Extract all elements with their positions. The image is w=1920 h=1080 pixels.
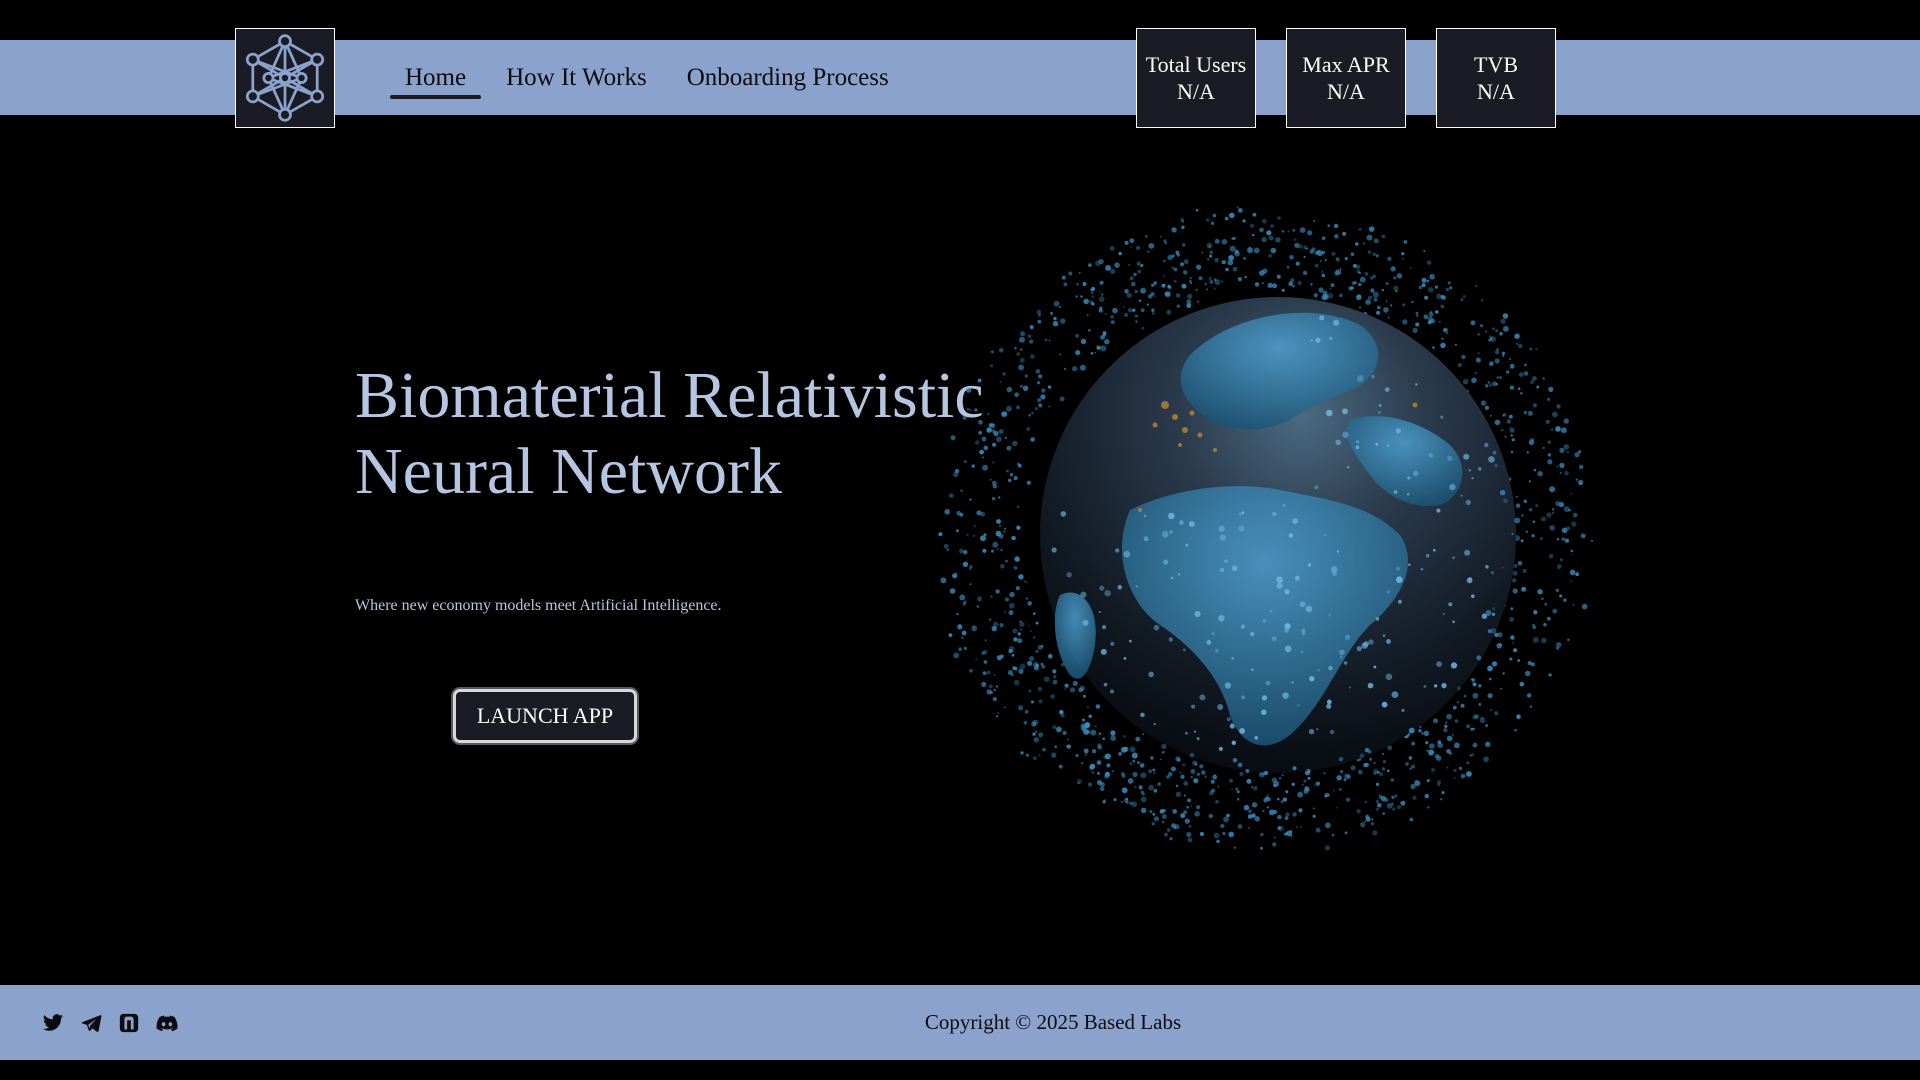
stat-max-apr: Max APR N/A — [1286, 28, 1406, 128]
copyright-text: Copyright © 2025 Based Labs — [924, 1010, 1182, 1034]
neural-network-icon — [245, 34, 325, 122]
nav-home[interactable]: Home — [390, 40, 482, 115]
stat-value: N/A — [1177, 79, 1215, 104]
nav-onboarding-process[interactable]: Onboarding Process — [672, 40, 904, 115]
logo[interactable] — [235, 28, 335, 128]
stat-tvb: TVB N/A — [1436, 28, 1556, 128]
main-nav: Home How It Works Onboarding Process — [390, 40, 904, 115]
nav-how-it-works[interactable]: How It Works — [491, 40, 662, 115]
stat-label: TVB — [1474, 52, 1518, 77]
stat-label: Max APR — [1302, 52, 1390, 77]
stat-value: N/A — [1477, 79, 1515, 104]
globe-illustration — [930, 205, 1595, 855]
stat-label: Total Users — [1145, 52, 1247, 77]
globe-icon — [938, 206, 1593, 851]
footer: Copyright © 2025 Based Labs — [0, 985, 1920, 1060]
stat-value: N/A — [1327, 79, 1365, 104]
hero-subtitle: Where new economy models meet Artificial… — [355, 597, 722, 614]
stat-total-users: Total Users N/A — [1136, 28, 1256, 128]
launch-app-button[interactable]: LAUNCH APP — [453, 689, 637, 743]
